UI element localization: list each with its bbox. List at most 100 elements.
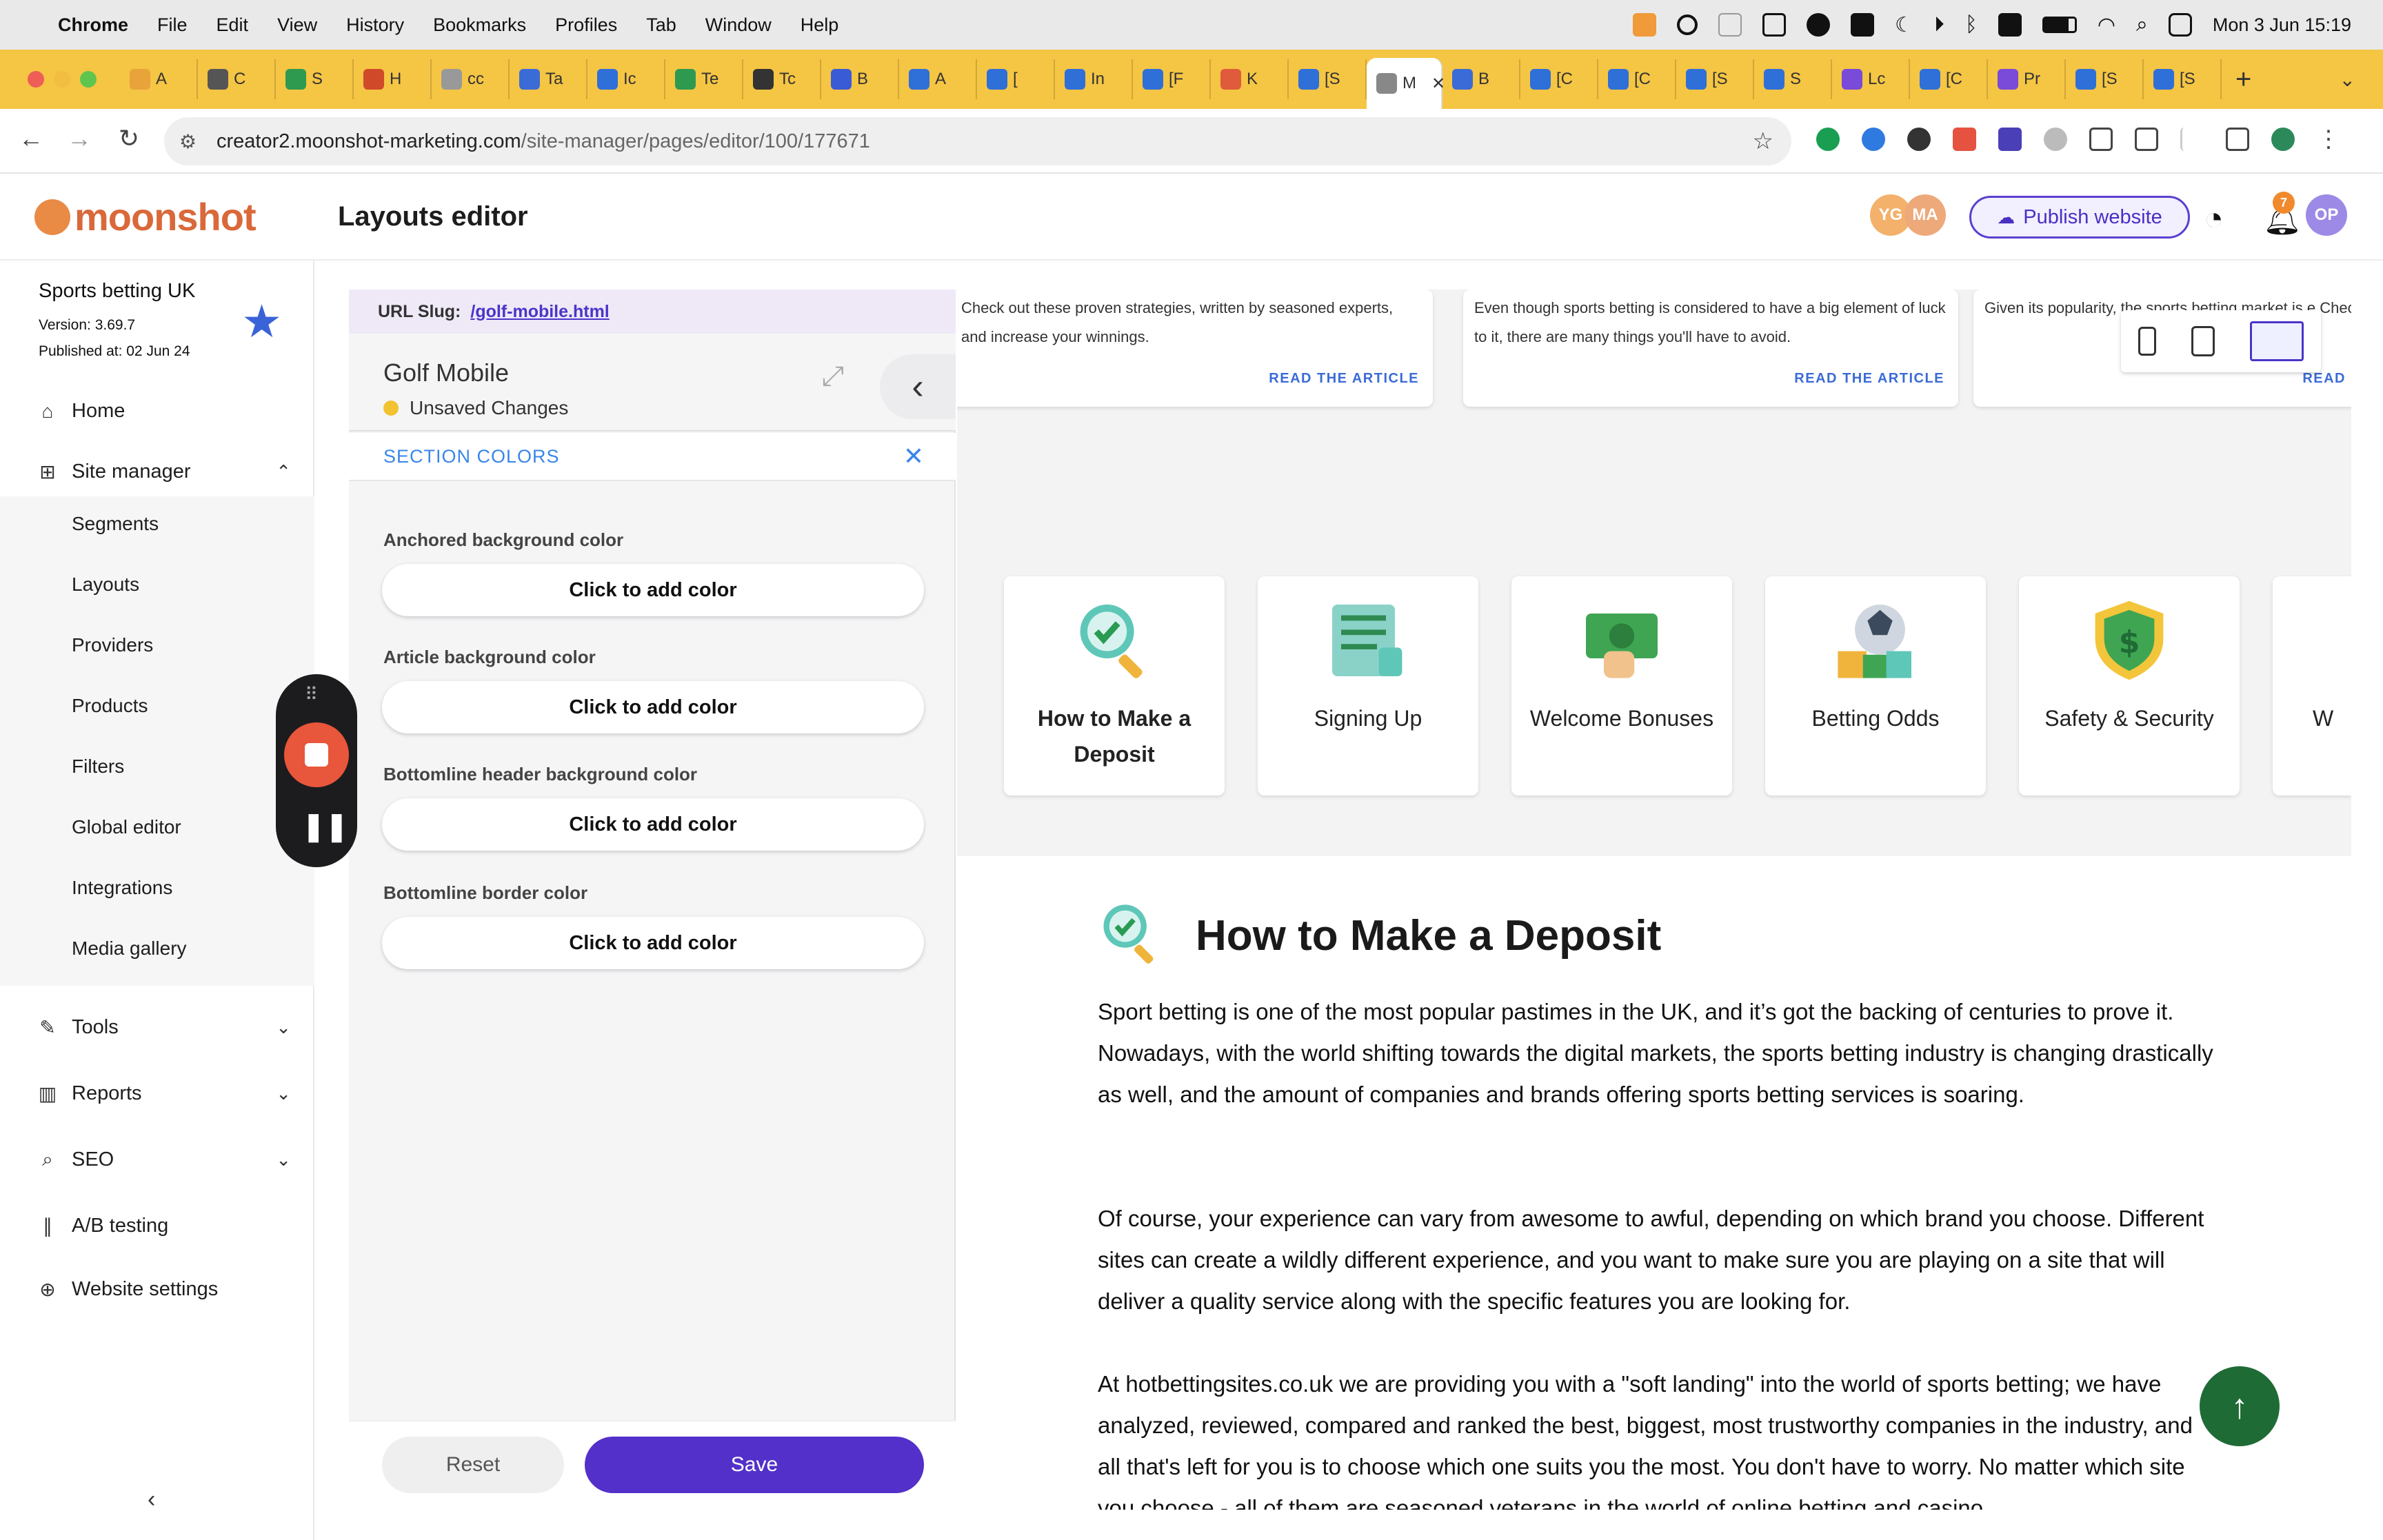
browser-tab[interactable]: A <box>899 59 977 99</box>
mobile-view-icon[interactable] <box>2138 327 2157 356</box>
menu-file[interactable]: File <box>157 14 188 36</box>
stop-recording-button[interactable] <box>284 722 349 787</box>
topic-card[interactable]: How to Make a Deposit <box>1004 576 1225 796</box>
pause-icon[interactable]: ❚❚ <box>302 811 348 842</box>
app-a-icon[interactable] <box>1998 13 2022 37</box>
sidebar-item-providers[interactable]: Providers <box>72 634 153 656</box>
scroll-to-top-button[interactable]: ↑ <box>2200 1366 2280 1446</box>
article-card[interactable]: Check out these proven strategies, writt… <box>957 290 1433 407</box>
spotlight-search-icon[interactable]: ⌕ <box>2136 13 2148 37</box>
browser-tab[interactable]: Te <box>665 59 743 99</box>
browser-tab[interactable]: [C <box>1910 59 1988 99</box>
save-button[interactable]: Save <box>585 1437 924 1493</box>
sidebar-item-seo[interactable]: ⌕ SEO ⌄ <box>36 1148 291 1171</box>
window-icon[interactable] <box>1718 13 1742 37</box>
collapse-panel-button[interactable]: ‹ <box>880 354 956 419</box>
moon-icon[interactable]: ☾ <box>1895 13 1913 37</box>
browser-tab[interactable]: B <box>1442 59 1520 99</box>
drive-icon[interactable] <box>1762 13 1786 37</box>
bluetooth-icon[interactable]: ᛒ <box>1965 13 1978 37</box>
sidebar-item-website-settings[interactable]: ⊕ Website settings <box>36 1278 218 1301</box>
browser-tab[interactable]: Tc <box>743 59 821 99</box>
browser-tab[interactable]: Ta <box>510 59 587 99</box>
blocked-ext-icon[interactable] <box>2044 128 2067 151</box>
close-section-icon[interactable]: ✕ <box>903 442 924 471</box>
sidebar-item-products[interactable]: Products <box>72 695 148 717</box>
topic-card[interactable]: Betting Odds <box>1765 576 1986 796</box>
browser-tab[interactable]: [S <box>2144 59 2222 99</box>
menu-bookmarks[interactable]: Bookmarks <box>433 14 526 36</box>
drag-handle-icon[interactable]: ⠿ <box>305 684 318 705</box>
back-button[interactable]: ← <box>14 124 48 153</box>
key-ext-icon[interactable] <box>1953 128 1976 151</box>
expand-icon[interactable]: ⤢ <box>822 361 844 392</box>
sidebar-item-site-manager[interactable]: ⊞ Site manager ⌃ <box>36 460 291 483</box>
browser-tab[interactable]: In <box>1055 59 1133 99</box>
user-avatar[interactable]: OP <box>2306 194 2347 236</box>
browser-tab[interactable]: Pr <box>1988 59 2066 99</box>
browser-tab[interactable]: S <box>276 59 354 99</box>
menu-history[interactable]: History <box>346 14 404 36</box>
browser-tab[interactable]: [F <box>1133 59 1211 99</box>
history-icon[interactable]: ◔ <box>2204 200 2224 238</box>
browser-tab[interactable]: C <box>198 59 276 99</box>
topic-card[interactable]: W <box>2273 576 2351 796</box>
browser-tab[interactable]: [S <box>1289 59 1367 99</box>
browser-tab[interactable]: [C <box>1598 59 1676 99</box>
minimize-window-button[interactable] <box>54 71 70 88</box>
grammarly-ext-icon[interactable] <box>1816 128 1840 151</box>
browser-tab[interactable]: [ <box>977 59 1055 99</box>
settings-ext-icon[interactable] <box>1907 128 1931 151</box>
menu-view[interactable]: View <box>277 14 317 36</box>
publish-website-button[interactable]: ☁ Publish website <box>1969 196 2190 239</box>
sidebar-item-global-editor[interactable]: Global editor <box>72 816 181 838</box>
address-bar[interactable]: ⚙ creator2.moonshot-marketing.com/site-m… <box>164 117 1791 165</box>
tablet-view-icon[interactable] <box>2191 326 2215 356</box>
battery-icon[interactable] <box>2042 17 2077 33</box>
browser-tab[interactable]: Lc <box>1832 59 1910 99</box>
avatar-ma[interactable]: MA <box>1904 194 1946 236</box>
menu-edit[interactable]: Edit <box>217 14 249 36</box>
browser-tab[interactable]: [C <box>1520 59 1598 99</box>
browser-tab[interactable]: [S <box>1676 59 1754 99</box>
article-card[interactable]: Even though sports betting is considered… <box>1463 290 1958 407</box>
new-tab-button[interactable]: + <box>2235 64 2251 95</box>
menu-app-chrome[interactable]: Chrome <box>58 14 128 36</box>
grammarly-icon[interactable] <box>1806 13 1830 37</box>
play-icon[interactable]: ⏵ <box>1934 13 1944 37</box>
zoom-window-button[interactable] <box>80 71 97 88</box>
puzzle-extensions-icon[interactable] <box>2135 128 2158 151</box>
browser-tab[interactable]: B <box>821 59 899 99</box>
reading-list-icon[interactable] <box>2226 128 2249 151</box>
browser-tab[interactable]: A <box>120 59 198 99</box>
browser-tab[interactable]: H <box>354 59 432 99</box>
sidebar-item-layouts[interactable]: Layouts <box>72 574 139 596</box>
clock-datetime[interactable]: Mon 3 Jun 15:19 <box>2213 14 2351 36</box>
reload-button[interactable]: ↻ <box>112 124 146 153</box>
sidebar-item-ab-testing[interactable]: ∥ A/B testing <box>36 1215 168 1237</box>
eyedropper-ext-icon[interactable] <box>2089 128 2113 151</box>
search-status-icon[interactable] <box>1676 14 1698 35</box>
forward-button[interactable]: → <box>62 124 97 153</box>
moonshot-logo[interactable]: moonshot <box>34 194 257 239</box>
sidebar-item-reports[interactable]: ▥ Reports ⌄ <box>36 1082 291 1105</box>
desktop-view-icon[interactable] <box>2249 321 2304 361</box>
sidebar-item-filters[interactable]: Filters <box>72 756 124 778</box>
close-window-button[interactable] <box>28 71 44 88</box>
browser-tab[interactable]: S <box>1754 59 1832 99</box>
article-bg-color-button[interactable]: Click to add color <box>382 681 924 733</box>
topic-card[interactable]: Welcome Bonuses <box>1511 576 1732 796</box>
menu-tab[interactable]: Tab <box>646 14 676 36</box>
browser-tab[interactable]: M ✕ <box>1367 58 1445 109</box>
sidebar-item-integrations[interactable]: Integrations <box>72 877 172 899</box>
password-ext-icon[interactable] <box>1862 128 1885 151</box>
badge-18-ext-icon[interactable] <box>1998 128 2022 151</box>
browser-tab[interactable]: K <box>1211 59 1289 99</box>
anchored-bg-color-button[interactable]: Click to add color <box>382 564 924 616</box>
bottomline-header-bg-color-button[interactable]: Click to add color <box>382 798 924 851</box>
site-info-icon[interactable]: ⚙ <box>179 130 197 153</box>
bottomline-border-color-button[interactable]: Click to add color <box>382 917 924 969</box>
sidebar-item-segments[interactable]: Segments <box>72 513 159 535</box>
browser-tab[interactable]: Ic <box>587 59 665 99</box>
tab-search-chevron-icon[interactable]: ⌄ <box>2340 68 2355 91</box>
